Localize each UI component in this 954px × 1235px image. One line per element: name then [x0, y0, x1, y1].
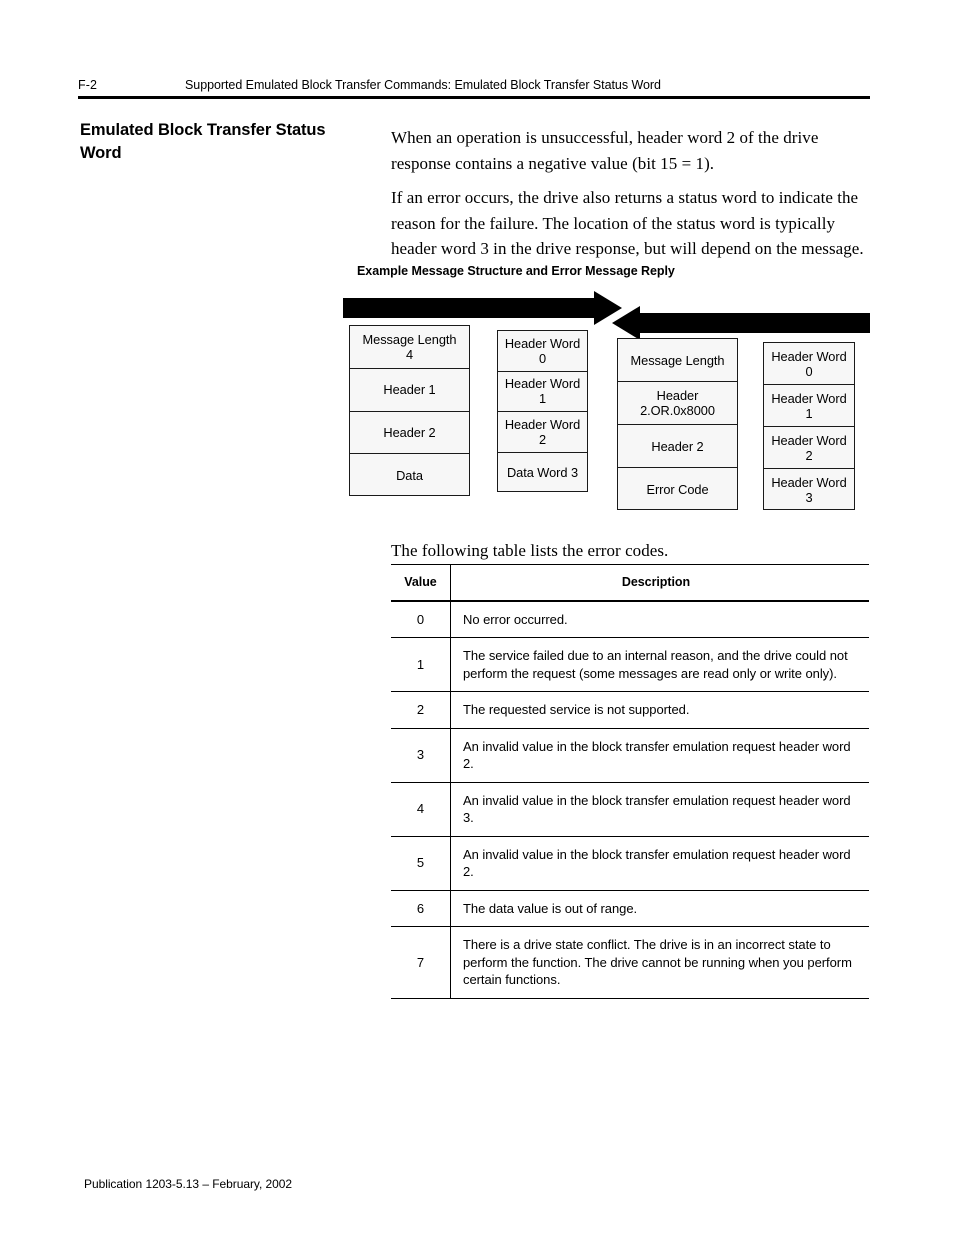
reply-message-structure: Message Length Header 2.OR.0x8000 Header… — [617, 338, 738, 510]
message-field-label: Header 1 — [383, 382, 436, 398]
word-label-cell: Header Word 0 — [764, 343, 854, 385]
error-description: An invalid value in the block transfer e… — [450, 836, 869, 891]
table-intro-paragraph: The following table lists the error code… — [391, 541, 669, 560]
word-label: Header Word 0 — [504, 335, 581, 366]
figure-caption: Example Message Structure and Error Mess… — [357, 264, 675, 278]
message-field-label: Error Code — [646, 482, 709, 497]
word-label-cell: Header Word 0 — [498, 331, 587, 372]
word-label-cell: Header Word 2 — [764, 427, 854, 469]
reply-arrow-icon — [612, 306, 870, 340]
message-field-cell: Message Length — [618, 339, 737, 382]
word-label: Header Word 2 — [771, 432, 847, 463]
message-field-label: Header 2 — [383, 424, 436, 440]
message-field-cell: Header 2 — [618, 425, 737, 468]
message-field-label: Message Length — [362, 331, 457, 347]
section-heading: Emulated Block Transfer Status Word — [80, 121, 326, 163]
message-field-cell: Error Code — [618, 468, 737, 511]
error-description: The data value is out of range. — [450, 890, 869, 927]
error-value: 4 — [391, 782, 451, 837]
message-field-cell: Message Length 4 — [350, 326, 469, 369]
error-value: 6 — [391, 890, 451, 927]
table-row: 3 An invalid value in the block transfer… — [391, 728, 869, 783]
message-field-cell: Data — [350, 454, 469, 497]
column-header-value: Value — [391, 564, 451, 602]
word-label: Data Word 3 — [506, 465, 579, 481]
request-word-labels: Header Word 0 Header Word 1 Header Word … — [497, 330, 588, 492]
table-row: 6 The data value is out of range. — [391, 890, 869, 927]
error-description: The requested service is not supported. — [450, 691, 869, 729]
error-value: 1 — [391, 637, 451, 692]
table-row: 0 No error occurred. — [391, 600, 869, 638]
message-field-label: Message Length — [630, 352, 725, 368]
message-field-label: Header 2 — [651, 438, 704, 454]
header-divider — [78, 96, 870, 99]
folio-number: F-2 — [78, 78, 98, 92]
message-field-value: 4 — [405, 346, 414, 362]
publication-footer: Publication 1203-5.13 – February, 2002 — [84, 1177, 293, 1191]
word-label: Header Word 3 — [771, 475, 847, 505]
column-header-description: Description — [450, 564, 869, 602]
message-field-label: Header 2.OR.0x8000 — [640, 388, 715, 418]
error-value: 5 — [391, 836, 451, 891]
word-label: Header Word 0 — [771, 348, 847, 379]
error-description: An invalid value in the block transfer e… — [450, 728, 869, 783]
word-label-cell: Data Word 3 — [498, 453, 587, 494]
error-value: 3 — [391, 728, 451, 783]
table-header-row: Value Description — [391, 564, 869, 602]
table-row: 2 The requested service is not supported… — [391, 691, 869, 729]
word-label-cell: Header Word 1 — [764, 385, 854, 427]
request-arrow-icon — [343, 291, 622, 325]
table-row: 5 An invalid value in the block transfer… — [391, 836, 869, 891]
error-description: An invalid value in the block transfer e… — [450, 782, 869, 837]
running-head: Supported Emulated Block Transfer Comman… — [185, 78, 661, 92]
error-value: 2 — [391, 691, 451, 729]
message-field-cell: Header 1 — [350, 369, 469, 412]
error-description: There is a drive state conflict. The dri… — [450, 926, 869, 999]
table-row: 4 An invalid value in the block transfer… — [391, 782, 869, 837]
request-message-structure: Message Length 4 Header 1 Header 2 Data — [349, 325, 470, 496]
error-code-table: Value Description 0 No error occurred. 1… — [391, 564, 869, 999]
word-label: Header Word 1 — [771, 390, 847, 421]
message-field-cell: Header 2 — [350, 412, 469, 455]
word-label: Header Word 1 — [504, 376, 581, 407]
error-value: 7 — [391, 926, 451, 999]
message-field-cell: Header 2.OR.0x8000 — [618, 382, 737, 425]
reply-word-labels: Header Word 0 Header Word 1 Header Word … — [763, 342, 855, 510]
table-row: 7 There is a drive state conflict. The d… — [391, 926, 869, 999]
word-label-cell: Header Word 1 — [498, 372, 587, 412]
word-label-cell: Header Word 3 — [764, 469, 854, 511]
table-row: 1 The service failed due to an internal … — [391, 637, 869, 692]
word-label: Header Word 2 — [504, 416, 581, 447]
status-word-paragraph: If an error occurs, the drive also retur… — [391, 188, 864, 258]
word-label-cell: Header Word 2 — [498, 412, 587, 453]
message-field-label: Data — [396, 468, 423, 484]
error-value: 0 — [391, 600, 451, 638]
intro-paragraph: When an operation is unsuccessful, heade… — [391, 128, 819, 173]
error-description: No error occurred. — [450, 600, 869, 638]
page-header: F-2 Supported Emulated Block Transfer Co… — [78, 78, 870, 98]
error-description: The service failed due to an internal re… — [450, 637, 869, 692]
